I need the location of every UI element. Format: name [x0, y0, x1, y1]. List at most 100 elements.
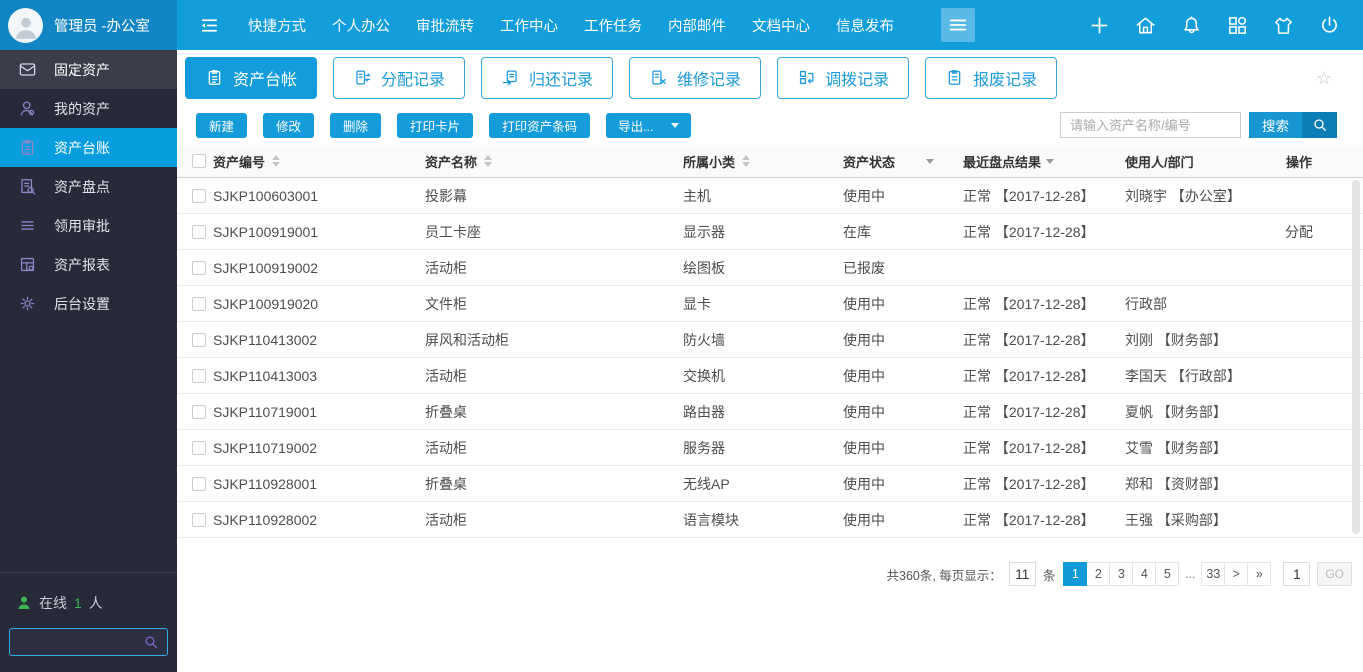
tab[interactable]: 分配记录	[333, 56, 466, 99]
tab[interactable]: 维修记录	[629, 56, 762, 99]
toolbar-button[interactable]: 打印卡片	[397, 112, 474, 138]
cell-operation-link[interactable]: 分配	[1265, 222, 1363, 242]
row-checkbox[interactable]	[192, 188, 206, 203]
user-area[interactable]: 管理员 -办公室	[0, 0, 177, 50]
sort-icon[interactable]	[484, 155, 493, 167]
sidebar-collapse-icon[interactable]	[198, 14, 221, 37]
tab[interactable]: 调拨记录	[777, 56, 910, 99]
table-row[interactable]: SJKP110719001 折叠桌 路由器 使用中 正常 【2017-12-28…	[177, 394, 1363, 430]
table-row[interactable]: SJKP110719002 活动柜 服务器 使用中 正常 【2017-12-28…	[177, 430, 1363, 466]
tab[interactable]: 归还记录	[481, 56, 614, 99]
sidebar-item[interactable]: 后台设置	[0, 284, 177, 323]
toolbar-button[interactable]: 新建	[196, 112, 248, 138]
asset-search-input[interactable]	[1060, 112, 1241, 138]
theme-shirt-icon[interactable]	[1272, 14, 1295, 37]
page-button[interactable]: 4	[1132, 562, 1157, 586]
sidebar-search-input[interactable]	[18, 634, 143, 650]
table-row[interactable]: SJKP110413003 活动柜 交换机 使用中 正常 【2017-12-28…	[177, 358, 1363, 394]
toolbar-button[interactable]: 修改	[263, 112, 315, 138]
sidebar-item[interactable]: 资产报表	[0, 245, 177, 284]
cell-asset-code: SJKP110413002	[213, 331, 318, 348]
row-checkbox[interactable]	[192, 404, 206, 419]
nav-item[interactable]: 工作中心	[500, 15, 558, 36]
cell-check-result: 正常 【2017-12-28】	[963, 187, 1095, 204]
row-checkbox[interactable]	[192, 260, 206, 275]
search-button[interactable]: 搜索	[1249, 112, 1337, 138]
row-checkbox[interactable]	[192, 296, 206, 311]
nav-item[interactable]: 内部邮件	[668, 15, 726, 36]
row-checkbox[interactable]	[192, 224, 206, 239]
table-row[interactable]: SJKP110928001 折叠桌 无线AP 使用中 正常 【2017-12-2…	[177, 466, 1363, 502]
table-row[interactable]: SJKP100919001 员工卡座 显示器 在库 正常 【2017-12-28…	[177, 214, 1363, 250]
goto-page-input[interactable]	[1283, 562, 1311, 586]
avatar[interactable]	[8, 7, 43, 43]
sort-icon[interactable]	[272, 155, 281, 167]
favorite-star-icon[interactable]: ☆	[1316, 69, 1332, 87]
page-button[interactable]: >	[1224, 562, 1249, 586]
cell-user-department: 王强 【采购部】	[1125, 511, 1227, 528]
sidebar-item[interactable]: 资产盘点	[0, 167, 177, 206]
table-row[interactable]: SJKP100919020 文件柜 显卡 使用中 正常 【2017-12-28】…	[177, 286, 1363, 322]
filter-caret-icon[interactable]	[926, 158, 935, 164]
go-button[interactable]: GO	[1317, 562, 1352, 586]
export-button[interactable]: 导出...	[606, 112, 691, 138]
mail-icon	[18, 60, 37, 79]
sidebar-item[interactable]: 固定资产	[0, 50, 177, 89]
cell-asset-code: SJKP110928001	[213, 475, 318, 492]
sidebar-item[interactable]: 领用审批	[0, 206, 177, 245]
page-button[interactable]: 5	[1155, 562, 1180, 586]
home-icon[interactable]	[1134, 14, 1157, 37]
sort-icon[interactable]	[742, 155, 751, 167]
page-button[interactable]: 2	[1086, 562, 1111, 586]
apps-icon[interactable]	[1226, 14, 1249, 37]
bell-icon[interactable]	[1180, 14, 1203, 37]
page-button[interactable]: 1	[1063, 562, 1088, 586]
table-scrollbar[interactable]	[1352, 180, 1360, 534]
column-header[interactable]: 操作	[1265, 152, 1363, 171]
table-row[interactable]: SJKP100919002 活动柜 绘图板 已报废	[177, 250, 1363, 286]
per-page-input[interactable]	[1008, 562, 1036, 586]
nav-item[interactable]: 个人办公	[332, 15, 390, 36]
sidebar-search-icon[interactable]	[143, 634, 159, 650]
column-header[interactable]: 资产状态	[843, 152, 963, 171]
tab-transfer-icon	[797, 68, 816, 87]
sidebar-item[interactable]: 资产台账	[0, 128, 177, 167]
power-icon[interactable]	[1318, 14, 1341, 37]
column-header[interactable]: 资产编号	[213, 152, 425, 171]
menu-icon[interactable]	[941, 8, 975, 42]
table-row[interactable]: SJKP110413002 屏风和活动柜 防火墙 使用中 正常 【2017-12…	[177, 322, 1363, 358]
filter-caret-icon[interactable]	[1046, 158, 1055, 164]
tab[interactable]: 报废记录	[925, 56, 1058, 99]
toolbar-button[interactable]: 打印资产条码	[489, 112, 591, 138]
column-header[interactable]: 所属小类	[683, 152, 843, 171]
column-header[interactable]: 最近盘点结果	[963, 152, 1125, 171]
person-icon	[15, 17, 36, 39]
table-row[interactable]: SJKP100603001 投影幕 主机 使用中 正常 【2017-12-28】…	[177, 178, 1363, 214]
column-header[interactable]: 资产名称	[425, 152, 683, 171]
plus-icon[interactable]	[1088, 14, 1111, 37]
table-row[interactable]: SJKP110928002 活动柜 语言模块 使用中 正常 【2017-12-2…	[177, 502, 1363, 538]
row-checkbox-cell	[192, 260, 213, 275]
row-checkbox[interactable]	[192, 476, 206, 491]
row-checkbox[interactable]	[192, 368, 206, 383]
page-button[interactable]: »	[1247, 562, 1272, 586]
topbar-main: 快捷方式 个人办公 审批流转 工作中心 工作任务 内部邮件 文档中心 信息发布	[177, 0, 1363, 50]
column-label: 资产状态	[843, 154, 896, 170]
row-checkbox[interactable]	[192, 512, 206, 527]
tab[interactable]: 资产台帐	[185, 56, 318, 99]
page-button[interactable]: 3	[1109, 562, 1134, 586]
nav-item[interactable]: 快捷方式	[248, 15, 306, 36]
select-all-checkbox[interactable]	[192, 154, 206, 168]
row-checkbox[interactable]	[192, 440, 206, 455]
nav-item[interactable]: 信息发布	[836, 15, 894, 36]
row-checkbox[interactable]	[192, 332, 206, 347]
page-button[interactable]: ...	[1178, 562, 1202, 586]
toolbar-button[interactable]: 删除	[330, 112, 382, 138]
sidebar-item[interactable]: 我的资产	[0, 89, 177, 128]
column-header[interactable]: 使用人/部门	[1125, 152, 1265, 171]
nav-item[interactable]: 文档中心	[752, 15, 810, 36]
tab-label: 归还记录	[529, 71, 594, 89]
page-button[interactable]: 33	[1201, 562, 1226, 586]
nav-item[interactable]: 审批流转	[416, 15, 474, 36]
nav-item[interactable]: 工作任务	[584, 15, 642, 36]
